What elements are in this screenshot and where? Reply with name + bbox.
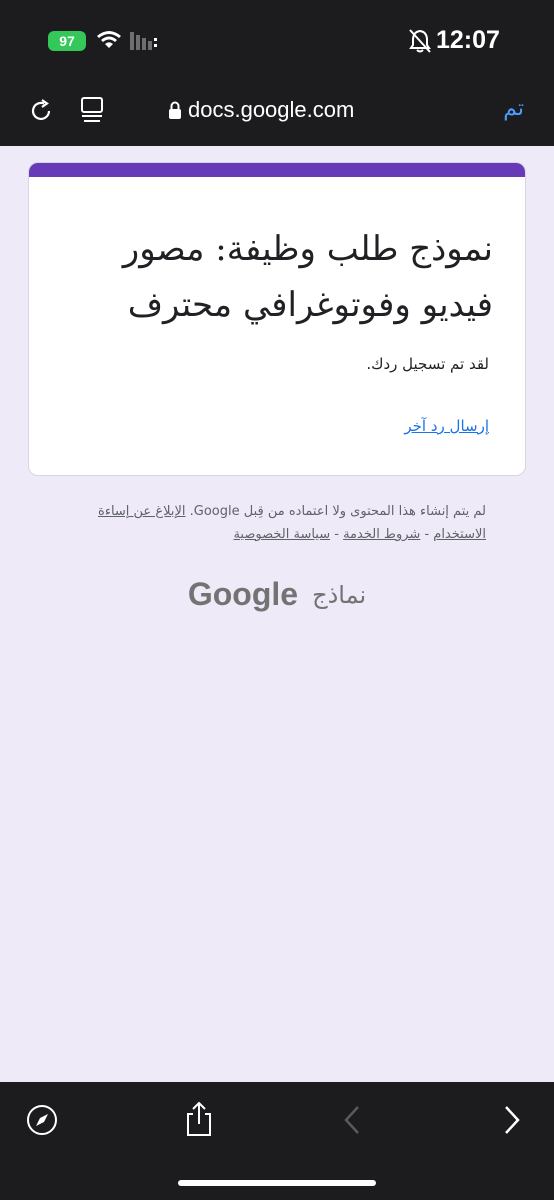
submit-another-link[interactable]: إرسال رد آخر (404, 417, 489, 435)
form-card: نموذج طلب وظيفة: مصور فيديو وفوتوغرافي م… (28, 162, 526, 476)
brand-forms: نماذج (312, 580, 367, 609)
footer-disclaimer: لم يتم إنشاء هذا المحتوى ولا اعتماده من … (60, 500, 486, 546)
confirmation-message: لقد تم تسجيل ردك. (366, 355, 489, 373)
terms-link[interactable]: شروط الخدمة (343, 527, 420, 542)
done-button[interactable]: تم (503, 96, 524, 121)
home-indicator (178, 1180, 376, 1186)
url-field[interactable]: docs.google.com (168, 96, 354, 124)
battery-icon: 97 (48, 31, 86, 51)
privacy-link[interactable]: سياسة الخصوصية (233, 527, 330, 542)
clock: 12:07 (436, 26, 500, 54)
lock-icon (169, 101, 181, 119)
form-title: نموذج طلب وظيفة: مصور فيديو وفوتوغرافي م… (122, 229, 493, 325)
signal-icon (130, 32, 157, 50)
footer-separator: - (420, 527, 434, 542)
back-icon[interactable] (342, 1104, 364, 1136)
forward-icon[interactable] (500, 1104, 522, 1136)
share-icon[interactable] (184, 1100, 214, 1138)
reload-icon[interactable] (28, 98, 54, 124)
card-accent-bar (29, 163, 525, 177)
url-text: docs.google.com (188, 97, 355, 122)
brand-google: Google (187, 576, 299, 612)
battery-level: 97 (59, 33, 75, 49)
google-forms-logo[interactable]: Google نماذج (0, 576, 554, 613)
disclaimer-text: لم يتم إنشاء هذا المحتوى ولا اعتماده من … (189, 504, 486, 519)
bell-off-icon (409, 29, 431, 53)
footer-separator: - (330, 527, 344, 542)
reader-icon[interactable] (80, 96, 104, 124)
compass-icon[interactable] (26, 1104, 58, 1136)
wifi-icon (97, 31, 121, 48)
